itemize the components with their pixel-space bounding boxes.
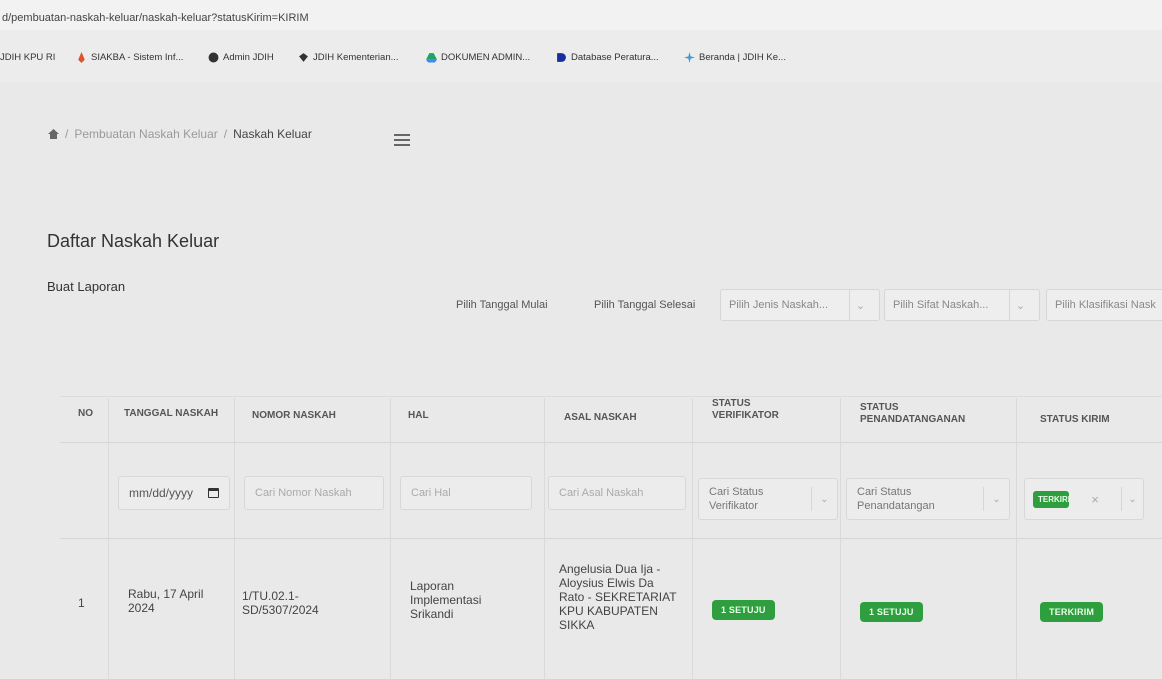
hal-search-input[interactable]: Cari Hal bbox=[400, 476, 532, 510]
bookmark-label: JDIH KPU RI bbox=[0, 52, 56, 63]
bookmark-jdih-kementerian[interactable]: JDIH Kementerian... bbox=[298, 52, 399, 63]
col-divider bbox=[692, 398, 693, 679]
bookmark-label: Database Peratura... bbox=[571, 52, 659, 63]
flame-icon bbox=[78, 52, 85, 63]
calendar-icon[interactable] bbox=[208, 488, 219, 498]
status-badge-verifikator: 1 SETUJU bbox=[712, 600, 775, 620]
search-row-divider bbox=[60, 538, 1162, 539]
bookmark-database-peraturan[interactable]: Database Peratura... bbox=[556, 52, 659, 63]
penandatanganan-status-select[interactable]: Cari Status Penandatangan ⌄ bbox=[846, 478, 1010, 520]
jenis-naskah-select[interactable]: Pilih Jenis Naskah... ⌄ bbox=[720, 289, 880, 321]
select-value: Pilih Sifat Naskah... bbox=[893, 299, 989, 311]
bookmark-label: Admin JDIH bbox=[223, 52, 274, 63]
create-report-link[interactable]: Buat Laporan bbox=[47, 279, 125, 294]
asal-search-input[interactable]: Cari Asal Naskah bbox=[548, 476, 686, 510]
input-placeholder: Cari Asal Naskah bbox=[559, 487, 644, 499]
col-divider bbox=[840, 398, 841, 679]
select-placeholder: Cari Status Penandatangan bbox=[857, 486, 935, 512]
date-placeholder: mm/dd/yyyy bbox=[129, 486, 194, 500]
globe-icon bbox=[208, 52, 219, 63]
cell-hal: Laporan Implementasi Srikandi bbox=[410, 579, 482, 621]
chevron-down-icon: ⌄ bbox=[1009, 290, 1031, 320]
address-bar[interactable]: d/pembuatan-naskah-keluar/naskah-keluar?… bbox=[0, 0, 1162, 30]
page-content: / Pembuatan Naskah Keluar / Naskah Kelua… bbox=[0, 82, 1162, 679]
home-icon[interactable] bbox=[48, 129, 59, 139]
clear-icon[interactable]: × bbox=[1091, 492, 1099, 507]
select-value: Pilih Jenis Naskah... bbox=[729, 299, 829, 311]
col-divider bbox=[108, 398, 109, 679]
page-title: Daftar Naskah Keluar bbox=[47, 231, 220, 251]
table-top-border bbox=[60, 396, 1162, 397]
bookmark-label: DOKUMEN ADMIN... bbox=[441, 52, 531, 63]
header-nomor: NOMOR NASKAH bbox=[252, 410, 336, 421]
breadcrumb-parent[interactable]: Pembuatan Naskah Keluar bbox=[74, 127, 217, 141]
star-logo-icon bbox=[684, 52, 695, 63]
d-logo-icon bbox=[557, 53, 566, 62]
input-placeholder: Cari Hal bbox=[411, 487, 451, 499]
emblem-icon bbox=[299, 53, 308, 62]
breadcrumb-separator: / bbox=[223, 127, 228, 141]
header-divider bbox=[60, 442, 1162, 443]
date-search-input[interactable]: mm/dd/yyyy bbox=[118, 476, 230, 510]
header-no: NO bbox=[78, 408, 93, 419]
breadcrumb-current: Naskah Keluar bbox=[233, 127, 312, 141]
col-divider bbox=[544, 398, 545, 679]
bookmark-beranda-jdih[interactable]: Beranda | JDIH Ke... bbox=[684, 52, 786, 63]
url-text: d/pembuatan-naskah-keluar/naskah-keluar?… bbox=[2, 12, 309, 24]
bookmark-admin-jdih[interactable]: Admin JDIH bbox=[208, 52, 274, 63]
header-status-penandatanganan: STATUS PENANDATANGANAN bbox=[860, 402, 966, 425]
col-divider bbox=[234, 398, 235, 679]
bookmarks-bar: JDIH KPU RI SIAKBA - Sistem Inf... Admin… bbox=[0, 52, 1162, 74]
bookmark-label: SIAKBA - Sistem Inf... bbox=[91, 52, 184, 63]
cell-nomor: 1/TU.02.1-SD/5307/2024 bbox=[242, 589, 319, 617]
status-badge-penandatanganan: 1 SETUJU bbox=[860, 602, 923, 622]
chevron-down-icon: ⌄ bbox=[1121, 487, 1143, 511]
verifikator-status-select[interactable]: Cari Status Verifikator ⌄ bbox=[698, 478, 838, 520]
sifat-naskah-select[interactable]: Pilih Sifat Naskah... ⌄ bbox=[884, 289, 1040, 321]
header-status-verifikator: STATUS VERIFIKATOR bbox=[712, 398, 779, 421]
nomor-search-input[interactable]: Cari Nomor Naskah bbox=[244, 476, 384, 510]
bookmark-label: Beranda | JDIH Ke... bbox=[699, 52, 786, 63]
breadcrumb: / Pembuatan Naskah Keluar / Naskah Kelua… bbox=[48, 127, 312, 141]
header-status-kirim: STATUS KIRIM bbox=[1040, 414, 1110, 425]
selected-tag: TERKIRIM bbox=[1033, 490, 1069, 508]
bookmark-siakba[interactable]: SIAKBA - Sistem Inf... bbox=[76, 52, 183, 63]
cell-tanggal: Rabu, 17 April 2024 bbox=[128, 587, 204, 615]
chevron-down-icon: ⌄ bbox=[849, 290, 871, 320]
breadcrumb-separator: / bbox=[65, 127, 69, 141]
bookmark-label: JDIH Kementerian... bbox=[313, 52, 399, 63]
select-value: Pilih Klasifikasi Nask bbox=[1055, 299, 1156, 311]
chevron-down-icon: ⌄ bbox=[983, 487, 1009, 511]
input-placeholder: Cari Nomor Naskah bbox=[255, 487, 352, 499]
klasifikasi-naskah-select[interactable]: Pilih Klasifikasi Nask bbox=[1046, 289, 1162, 321]
cell-no: 1 bbox=[78, 596, 85, 610]
chevron-down-icon: ⌄ bbox=[811, 487, 837, 511]
select-placeholder: Cari Status Verifikator bbox=[709, 486, 764, 512]
header-tanggal: TANGGAL NASKAH bbox=[124, 408, 219, 419]
kirim-status-select[interactable]: TERKIRIM × ⌄ bbox=[1024, 478, 1144, 520]
col-divider bbox=[1016, 398, 1017, 679]
header-asal: ASAL NASKAH bbox=[564, 412, 637, 423]
header-hal: HAL bbox=[408, 410, 429, 421]
drive-icon bbox=[426, 53, 437, 63]
cell-asal: Angelusia Dua Ija - Aloysius Elwis Da Ra… bbox=[559, 562, 677, 632]
bookmark-dokumen-admin[interactable]: DOKUMEN ADMIN... bbox=[426, 52, 530, 63]
end-date-filter[interactable]: Pilih Tanggal Selesai bbox=[594, 289, 695, 321]
start-date-filter[interactable]: Pilih Tanggal Mulai bbox=[456, 289, 548, 321]
menu-toggle-icon[interactable] bbox=[394, 134, 410, 146]
bookmark-jdih-kpu[interactable]: JDIH KPU RI bbox=[0, 52, 55, 63]
col-divider bbox=[390, 398, 391, 679]
naskah-table: NO TANGGAL NASKAH NOMOR NASKAH HAL ASAL … bbox=[60, 396, 1162, 679]
status-badge-kirim: TERKIRIM bbox=[1040, 602, 1104, 622]
